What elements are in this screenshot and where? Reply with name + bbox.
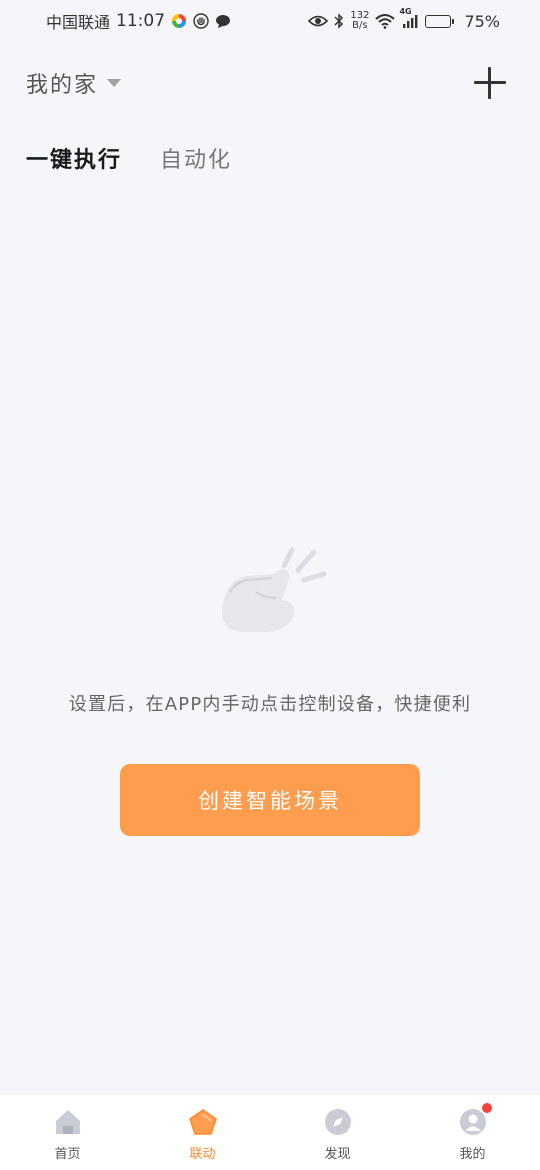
nav-label-discover: 发现: [324, 1147, 351, 1162]
nav-item-home[interactable]: 首页: [0, 1095, 135, 1170]
notification-badge: [480, 1102, 493, 1114]
tab-one-click[interactable]: 一键执行: [26, 142, 122, 174]
clock-time: 11:07: [116, 11, 166, 31]
status-bar: 中国联通 11:07 132 B/s 4G 75%: [0, 0, 540, 42]
caret-down-icon: [107, 79, 122, 87]
header: 我的家: [26, 62, 514, 104]
tab-automation[interactable]: 自动化: [160, 142, 232, 174]
status-bar-left: 中国联通 11:07: [46, 9, 231, 33]
nav-label-linkage: 联动: [189, 1147, 216, 1162]
eye-icon: [308, 14, 329, 28]
plus-icon[interactable]: [472, 65, 508, 101]
wifi-icon: [375, 13, 396, 29]
scene-tabs: 一键执行 自动化: [26, 142, 232, 174]
home-name: 我的家: [26, 73, 99, 98]
chat-bubble-icon: [215, 13, 231, 29]
net-speed: 132 B/s: [350, 11, 369, 31]
net-speed-unit: B/s: [352, 20, 368, 31]
status-bar-right: 132 B/s 4G 75%: [308, 7, 500, 31]
nav-item-mine[interactable]: 我的: [405, 1095, 540, 1170]
home-icon: [53, 1107, 83, 1137]
tap-hand-icon: [222, 547, 327, 632]
colorful-app-icon: [171, 13, 187, 29]
network-type: 4G: [399, 7, 412, 16]
signal-icon: 4G: [399, 7, 419, 29]
bluetooth-icon: [334, 13, 344, 29]
create-scene-button[interactable]: 创建智能场景: [120, 764, 420, 836]
compass-icon: [323, 1107, 353, 1137]
empty-state-message: 设置后，在APP内手动点击控制设备，快捷便利: [68, 694, 472, 715]
nav-item-linkage[interactable]: 联动: [135, 1095, 270, 1170]
home-selector[interactable]: 我的家: [26, 67, 122, 99]
pentagon-icon: [188, 1107, 218, 1137]
nav-item-discover[interactable]: 发现: [270, 1095, 405, 1170]
nav-label-home: 首页: [54, 1147, 81, 1162]
nav-label-mine: 我的: [459, 1147, 486, 1162]
battery-icon: [425, 14, 455, 28]
bottom-nav: 首页 联动 发现 我的: [0, 1094, 540, 1170]
hand-icon: [193, 13, 209, 29]
profile-icon: [458, 1102, 493, 1137]
screen: 中国联通 11:07 132 B/s 4G 75% 我的家 一键执行 自动化 设…: [0, 0, 540, 1170]
battery-percent: 75%: [464, 11, 500, 31]
carrier-name: 中国联通: [46, 13, 111, 32]
